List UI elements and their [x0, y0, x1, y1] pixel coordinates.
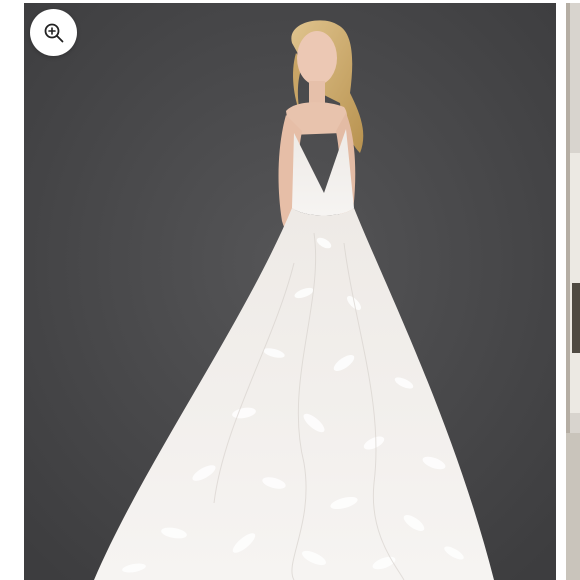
product-image-gallery [0, 0, 580, 580]
zoom-in-icon [43, 22, 65, 44]
next-gallery-image[interactable] [566, 3, 580, 580]
zoom-button[interactable] [30, 9, 77, 56]
main-product-image[interactable] [24, 3, 556, 580]
